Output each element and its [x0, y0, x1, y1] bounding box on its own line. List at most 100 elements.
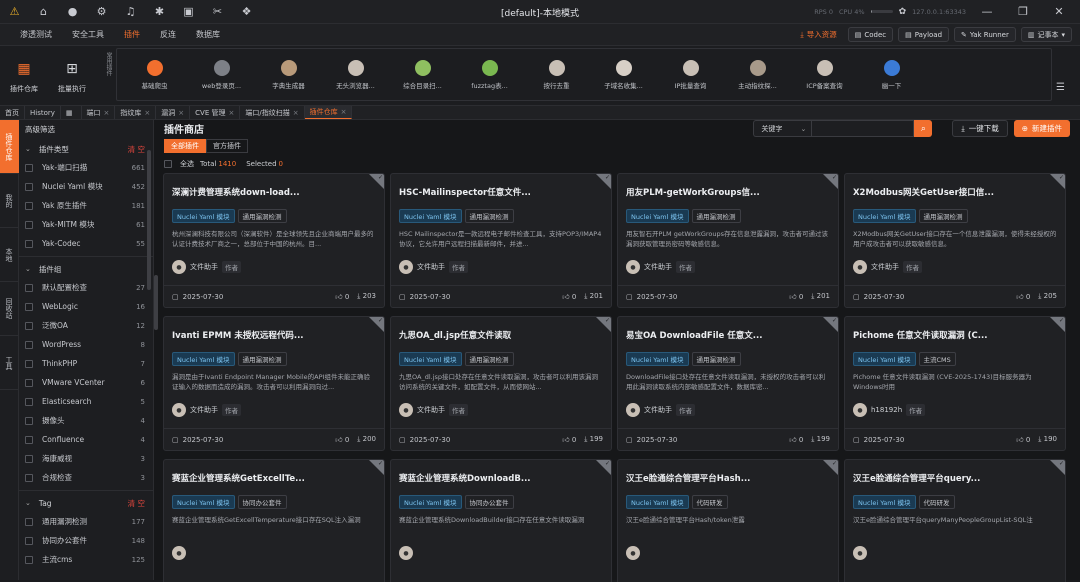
filter-checkbox[interactable] — [25, 239, 33, 248]
tab-8[interactable]: 插件仓库 × — [304, 106, 353, 119]
plugin-card[interactable]: ✓ 用友PLM-getWorkGroups信... Nuclei Yaml 模块 通用… — [617, 173, 839, 308]
favorite-plugin[interactable]: ● ICP备案查询 — [791, 59, 858, 90]
payload-button[interactable]: ▤ Payload — [898, 27, 950, 42]
collapse-toolbar-icon[interactable]: ☰ — [1056, 82, 1065, 93]
tools-icon[interactable]: ✂ — [203, 0, 232, 24]
like-button[interactable]: 👍︎ 0 — [335, 292, 349, 301]
filter-checkbox[interactable] — [25, 340, 33, 349]
tab-7[interactable]: 端口/指纹扫描 × — [240, 106, 305, 119]
gear-icon[interactable]: ⚙ — [87, 0, 116, 24]
close-icon[interactable]: × — [178, 109, 184, 117]
favorite-plugin[interactable]: ● 按行去重 — [523, 59, 590, 90]
filter-checkbox[interactable] — [25, 517, 33, 526]
filter-item[interactable]: Yak 原生插件 181 — [19, 196, 153, 215]
plugin-title[interactable]: 赛蓝企业管理系统DownloadB... — [391, 460, 591, 484]
like-button[interactable]: 👍︎ 0 — [562, 292, 576, 301]
close-icon[interactable]: × — [144, 109, 150, 117]
filter-item[interactable]: Yak-MITM 模块 61 — [19, 215, 153, 234]
favorite-plugin[interactable]: ● 无头浏览器... — [322, 59, 389, 90]
favorite-plugin[interactable]: ● fuzztag表... — [456, 59, 523, 90]
tab-1[interactable]: History — [25, 106, 61, 119]
maximize-button[interactable]: ❐ — [1008, 5, 1038, 18]
yak-runner-button[interactable]: ✎ Yak Runner — [954, 27, 1016, 42]
plugin-title[interactable]: 汉王e脸通综合管理平台Hash... — [618, 460, 818, 484]
tab-3[interactable]: 端口 × — [82, 106, 116, 119]
filter-group-header[interactable]: ⌄ 插件组 — [19, 260, 153, 278]
new-plugin-button[interactable]: ⊕ 新建插件 — [1013, 120, 1070, 137]
filter-item[interactable]: 默认配置检查 27 — [19, 278, 153, 297]
plugin-card[interactable]: ✓ 九思OA_dl.jsp任意文件读取 Nuclei Yaml 模块 通用漏洞检测 九思… — [390, 316, 612, 451]
like-button[interactable]: 👍︎ 0 — [1016, 435, 1030, 444]
plugin-title[interactable]: 用友PLM-getWorkGroups信... — [618, 174, 818, 198]
plugin-title[interactable]: 九思OA_dl.jsp任意文件读取 — [391, 317, 591, 341]
filter-checkbox[interactable] — [25, 359, 33, 368]
plugin-card[interactable]: ✓ X2Modbus网关GetUser接口信... Nuclei Yaml 模块 通用… — [844, 173, 1066, 308]
filter-item[interactable]: Yak-Codec 55 — [19, 234, 153, 253]
filter-checkbox[interactable] — [25, 163, 33, 172]
check-icon[interactable]: ✓ — [1059, 317, 1064, 324]
plugin-card[interactable]: ✓ 赛蓝企业管理系统GetExcellTe... Nuclei Yaml 模块 协同办… — [163, 459, 385, 582]
filter-item[interactable]: VMware VCenter 6 — [19, 373, 153, 392]
check-icon[interactable]: ✓ — [605, 460, 610, 467]
plugin-title[interactable]: Pichome 任意文件读取漏洞 (C... — [845, 317, 1045, 341]
filter-checkbox[interactable] — [25, 454, 33, 463]
clear-filter-link[interactable]: 清 空 — [128, 498, 145, 509]
store-tab-0[interactable]: 全部插件 — [164, 139, 206, 153]
select-all-checkbox[interactable] — [164, 160, 172, 168]
search-type-select[interactable]: 关键字 ⌄ — [753, 120, 812, 137]
menu-item-0[interactable]: 渗透测试 — [10, 29, 62, 40]
check-icon[interactable]: ✓ — [605, 317, 610, 324]
plugin-card[interactable]: ✓ 易宝OA DownloadFile 任意文... Nuclei Yaml 模块通… — [617, 316, 839, 451]
plugin-title[interactable]: 易宝OA DownloadFile 任意文... — [618, 317, 818, 341]
filter-item[interactable]: 协同办公套件 148 — [19, 531, 153, 550]
favorite-plugin[interactable]: ● 子域名收集... — [590, 59, 657, 90]
plugin-card[interactable]: ✓ 深澜计费管理系统down-load... Nuclei Yaml 模块 通用漏洞检… — [163, 173, 385, 308]
download-button[interactable]: ⤓ 190 — [1038, 435, 1057, 444]
plugin-title[interactable]: Ivanti EPMM 未授权远程代码... — [164, 317, 364, 341]
filter-checkbox[interactable] — [25, 435, 33, 444]
filter-checkbox[interactable] — [25, 397, 33, 406]
favorite-plugin[interactable]: ● IP批量查询 — [657, 59, 724, 90]
author-name[interactable]: h18192h — [871, 406, 902, 414]
store-tab-1[interactable]: 官方插件 — [206, 139, 248, 153]
check-icon[interactable]: ✓ — [378, 460, 383, 467]
like-button[interactable]: 👍︎ 0 — [789, 435, 803, 444]
close-icon[interactable]: × — [341, 108, 347, 116]
plugin-title[interactable]: 赛蓝企业管理系统GetExcellTe... — [164, 460, 364, 484]
check-icon[interactable]: ✓ — [1059, 174, 1064, 181]
filter-item[interactable]: WordPress 8 — [19, 335, 153, 354]
filter-checkbox[interactable] — [25, 220, 33, 229]
plugin-card[interactable]: ✓ 汉王e脸通综合管理平台query... Nuclei Yaml 模块 代码研发 汉王… — [844, 459, 1066, 582]
author-name[interactable]: 文件助手 — [417, 405, 445, 415]
plugin-title[interactable]: X2Modbus网关GetUser接口信... — [845, 174, 1045, 198]
batch-exec-button[interactable]: ⊞ 批量执行 — [48, 46, 96, 105]
filter-item[interactable]: Elasticsearch 5 — [19, 392, 153, 411]
plugin-title[interactable]: 深澜计费管理系统down-load... — [164, 174, 364, 198]
tab-0[interactable]: 首页 — [0, 106, 25, 119]
download-all-button[interactable]: ⤓ 一键下载 — [952, 120, 1008, 137]
plugin-card[interactable]: ✓ 赛蓝企业管理系统DownloadB... Nuclei Yaml 模块 协同办公套… — [390, 459, 612, 582]
like-button[interactable]: 👍︎ 0 — [335, 435, 349, 444]
filter-checkbox[interactable] — [25, 416, 33, 425]
codec-button[interactable]: ▤ Codec — [847, 27, 894, 42]
tab-6[interactable]: CVE 管理 × — [190, 106, 241, 119]
close-button[interactable]: ✕ — [1044, 5, 1074, 18]
plugin-card[interactable]: ✓ HSC-Mailinspector任意文件... Nuclei Yaml 模块通… — [390, 173, 612, 308]
check-icon[interactable]: ✓ — [1059, 460, 1064, 467]
rail-item-3[interactable]: 回收站 — [0, 282, 19, 336]
filter-item[interactable]: 摄像头 4 — [19, 411, 153, 430]
bell-icon[interactable]: ♫ — [116, 0, 145, 24]
sidebar-scrollbar[interactable] — [147, 150, 151, 290]
favorite-plugin[interactable]: ● 幽一下 — [858, 59, 925, 90]
warning-icon[interactable]: ⚠ — [0, 0, 29, 24]
favorite-plugin[interactable]: ● 基础爬虫 — [121, 59, 188, 90]
filter-checkbox[interactable] — [25, 182, 33, 191]
check-icon[interactable]: ✓ — [605, 174, 610, 181]
download-button[interactable]: ⤓ 200 — [357, 435, 376, 444]
like-button[interactable]: 👍︎ 0 — [789, 292, 803, 301]
clear-filter-link[interactable]: 清 空 — [128, 144, 145, 155]
import-resource-link[interactable]: ⤓ 导入资源 — [800, 29, 836, 40]
close-icon[interactable]: × — [104, 109, 110, 117]
filter-checkbox[interactable] — [25, 536, 33, 545]
filter-item[interactable]: Nuclei Yaml 模块 452 — [19, 177, 153, 196]
